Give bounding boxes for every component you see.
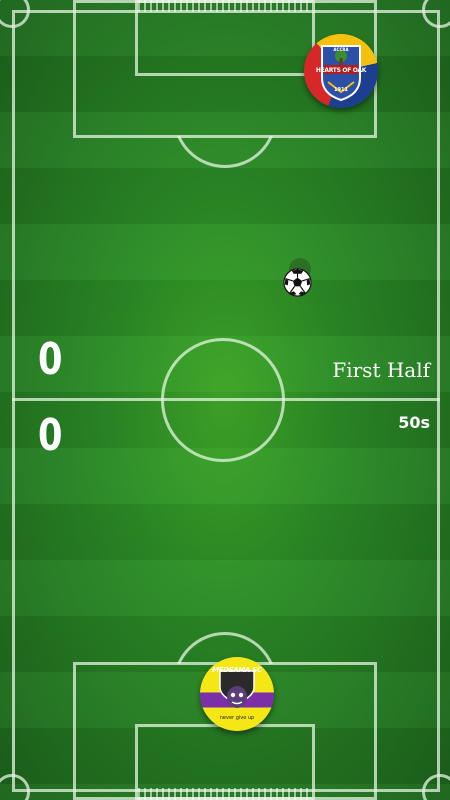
center-circle (161, 338, 285, 462)
top-team-subtitle: ACCRA (333, 47, 349, 52)
top-team-score: 0 (38, 334, 63, 385)
bottom-goal-net (138, 788, 312, 800)
soccer-ball-icon[interactable] (283, 268, 312, 297)
top-penalty-arc (173, 136, 277, 168)
top-goal-net (138, 0, 312, 12)
bottom-team-score: 0 (38, 410, 63, 461)
top-team-name: HEARTS OF OAK (315, 67, 367, 74)
soccer-pitch: 0 0 First Half 50s ACCRA HEARTS OF OAK 1… (0, 0, 450, 800)
top-team-disc[interactable]: ACCRA HEARTS OF OAK 1911 (304, 34, 378, 108)
top-team-year: 1911 (334, 87, 348, 93)
match-half-label: First Half (332, 358, 430, 382)
bottom-team-name: MEDEAMA SC (212, 666, 262, 674)
bottom-team-motto: never give up (219, 715, 255, 721)
match-timer: 50s (398, 413, 430, 432)
bottom-team-disc[interactable]: MEDEAMA SC never give up (200, 657, 274, 731)
